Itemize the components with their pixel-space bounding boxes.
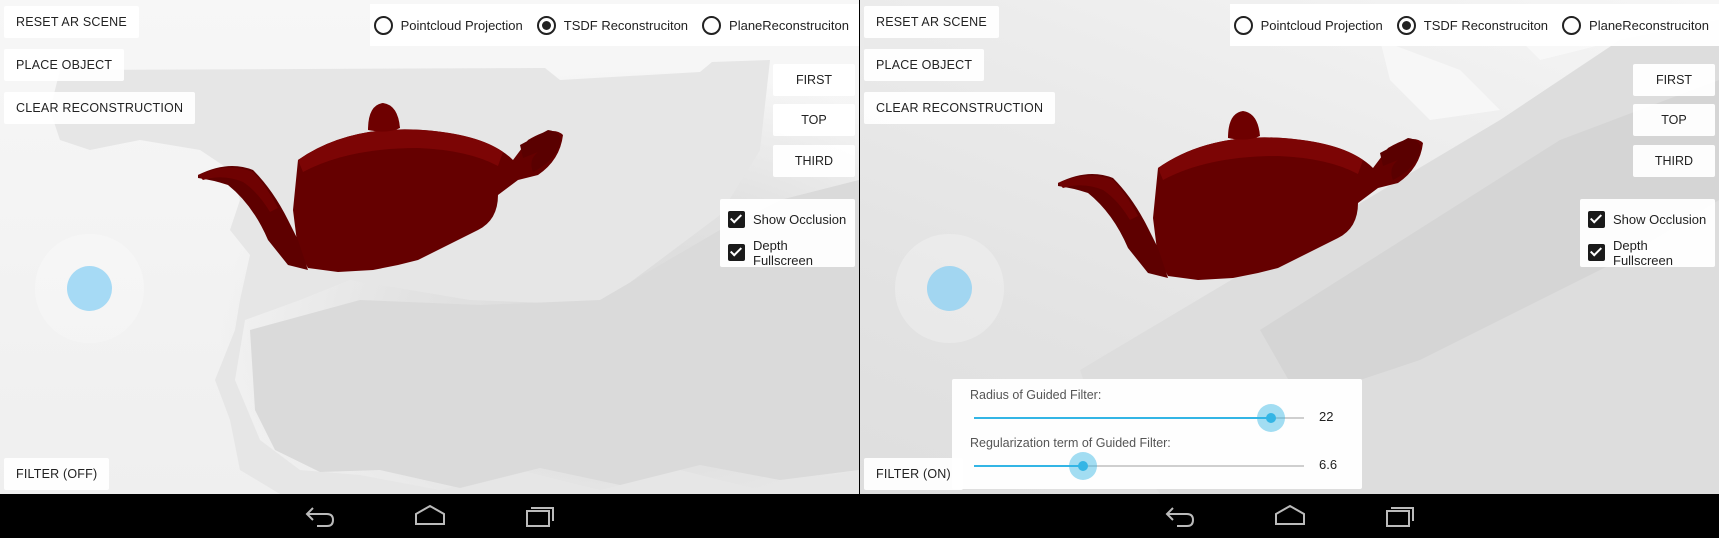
regularization-value: 6.6 — [1319, 457, 1338, 472]
teapot-model — [198, 103, 563, 272]
radio-plane-reconstruction[interactable]: PlaneReconstruciton — [702, 15, 849, 35]
radio-plane-reconstruction[interactable]: PlaneReconstruciton — [1562, 15, 1709, 35]
radio-label: PlaneReconstruciton — [729, 17, 849, 33]
teapot-model — [1058, 111, 1423, 280]
guided-filter-panel: Radius of Guided Filter: 22 Regularizati… — [952, 379, 1362, 489]
radio-unchecked-icon — [1562, 15, 1582, 35]
screen-filter-off: RESET AR SCENE PLACE OBJECT CLEAR RECONS… — [0, 0, 859, 538]
radius-slider-thumb[interactable] — [1257, 404, 1285, 432]
mode-radio-group: Pointcloud Projection TSDF Reconstrucito… — [1229, 4, 1719, 46]
place-object-button[interactable]: PLACE OBJECT — [4, 49, 125, 81]
radio-checked-icon — [1396, 15, 1416, 35]
android-nav-bar — [860, 494, 1719, 538]
mode-radio-group: Pointcloud Projection TSDF Reconstrucito… — [369, 4, 859, 46]
back-icon[interactable] — [303, 502, 337, 530]
home-icon[interactable] — [1273, 502, 1307, 530]
radio-label: TSDF Reconstruciton — [1423, 17, 1549, 33]
android-nav-bar — [0, 494, 859, 538]
regularization-slider-fill — [974, 465, 1083, 467]
regularization-slider-thumb[interactable] — [1068, 452, 1097, 480]
radius-slider[interactable] — [974, 404, 1304, 432]
radio-tsdf-reconstruction[interactable]: TSDF Reconstruciton — [1396, 15, 1549, 35]
radio-label: Pointcloud Projection — [1260, 17, 1383, 33]
home-icon[interactable] — [413, 502, 447, 530]
checkbox-checked-icon — [1588, 211, 1605, 228]
radio-tsdf-reconstruction[interactable]: TSDF Reconstruciton — [536, 15, 689, 35]
ar-viewport[interactable]: RESET AR SCENE PLACE OBJECT CLEAR RECONS… — [0, 0, 859, 494]
options-panel: Show Occlusion Depth Fullscreen — [720, 199, 855, 268]
checkbox-label: Show Occlusion — [753, 212, 847, 227]
regularization-slider[interactable] — [974, 452, 1304, 480]
place-object-button[interactable]: PLACE OBJECT — [864, 49, 985, 81]
radius-slider-fill — [974, 417, 1271, 419]
radio-label: PlaneReconstruciton — [1589, 17, 1709, 33]
checkbox-label: Depth Fullscreen — [753, 237, 813, 268]
checkbox-label: Show Occlusion — [1613, 212, 1707, 227]
virtual-joystick[interactable] — [927, 266, 972, 311]
checkbox-checked-icon — [728, 211, 745, 228]
camera-first-button[interactable]: FIRST — [1633, 64, 1715, 96]
radio-unchecked-icon — [702, 15, 722, 35]
options-panel: Show Occlusion Depth Fullscreen — [1580, 199, 1715, 268]
depth-fullscreen-checkbox[interactable]: Depth Fullscreen — [1588, 237, 1707, 268]
radio-pointcloud-projection[interactable]: Pointcloud Projection — [1233, 15, 1383, 35]
recents-icon[interactable] — [523, 502, 557, 530]
camera-third-button[interactable]: THIRD — [773, 145, 855, 177]
show-occlusion-checkbox[interactable]: Show Occlusion — [1588, 206, 1707, 233]
checkbox-label: Depth Fullscreen — [1613, 237, 1673, 268]
radio-unchecked-icon — [373, 15, 393, 35]
camera-top-button[interactable]: TOP — [773, 104, 855, 136]
radio-pointcloud-projection[interactable]: Pointcloud Projection — [373, 15, 523, 35]
radio-label: Pointcloud Projection — [400, 17, 523, 33]
depth-fullscreen-checkbox[interactable]: Depth Fullscreen — [728, 237, 847, 268]
back-icon[interactable] — [1163, 502, 1197, 530]
virtual-joystick[interactable] — [67, 266, 112, 311]
camera-first-button[interactable]: FIRST — [773, 64, 855, 96]
clear-reconstruction-button[interactable]: CLEAR RECONSTRUCTION — [4, 92, 196, 124]
radius-value: 22 — [1319, 409, 1334, 424]
camera-top-button[interactable]: TOP — [1633, 104, 1715, 136]
radius-label: Radius of Guided Filter: — [970, 388, 1102, 402]
show-occlusion-checkbox[interactable]: Show Occlusion — [728, 206, 847, 233]
filter-toggle-button[interactable]: FILTER (ON) — [864, 458, 963, 490]
radio-unchecked-icon — [1233, 15, 1253, 35]
recents-icon[interactable] — [1383, 502, 1417, 530]
reset-ar-scene-button[interactable]: RESET AR SCENE — [4, 6, 139, 38]
reset-ar-scene-button[interactable]: RESET AR SCENE — [864, 6, 999, 38]
camera-third-button[interactable]: THIRD — [1633, 145, 1715, 177]
screen-filter-on: RESET AR SCENE PLACE OBJECT CLEAR RECONS… — [860, 0, 1719, 538]
ar-viewport[interactable]: RESET AR SCENE PLACE OBJECT CLEAR RECONS… — [860, 0, 1719, 494]
clear-reconstruction-button[interactable]: CLEAR RECONSTRUCTION — [864, 92, 1056, 124]
checkbox-checked-icon — [728, 244, 745, 261]
filter-toggle-button[interactable]: FILTER (OFF) — [4, 458, 110, 490]
regularization-label: Regularization term of Guided Filter: — [970, 436, 1171, 450]
radio-checked-icon — [536, 15, 556, 35]
radio-label: TSDF Reconstruciton — [563, 17, 689, 33]
checkbox-checked-icon — [1588, 244, 1605, 261]
